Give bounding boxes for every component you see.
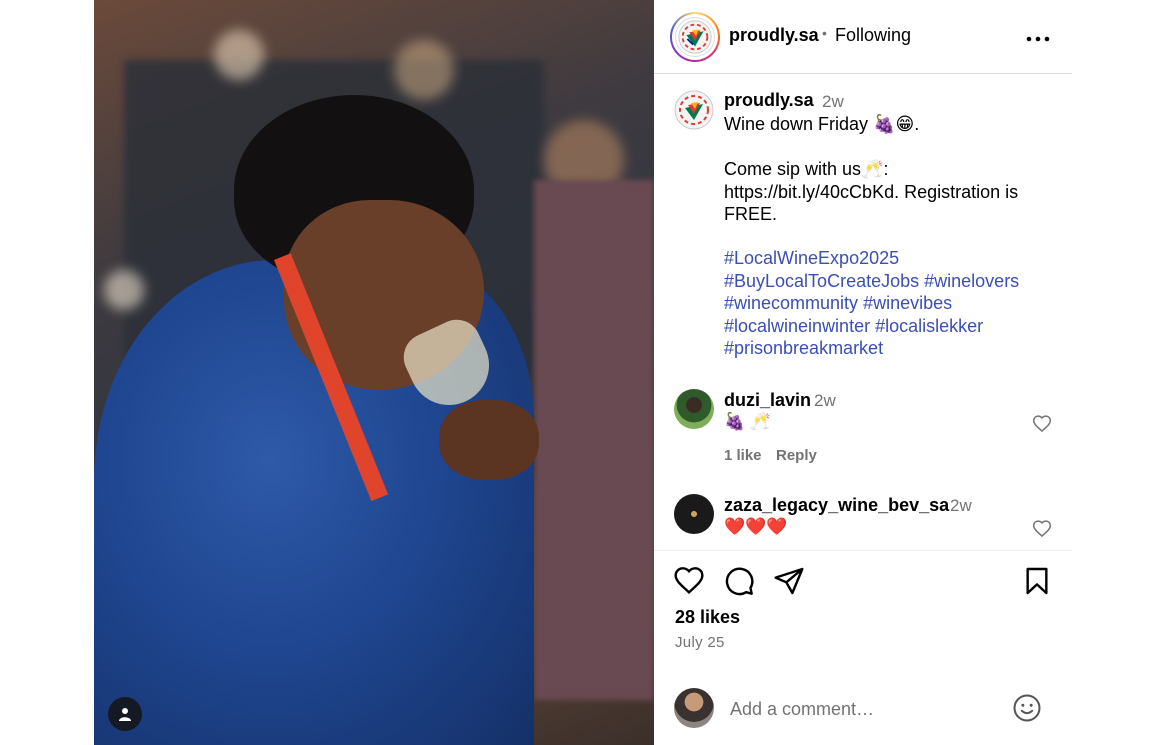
hashtag-link[interactable]: #LocalWineExpo2025 (724, 248, 899, 268)
photo-bokeh (104, 270, 144, 310)
comment-reply-button[interactable]: Reply (776, 447, 817, 464)
comment-like-count[interactable]: 1 like (724, 447, 762, 464)
hashtag-link[interactable]: #winecommunity (724, 293, 858, 313)
emoji-glyph (1013, 694, 1041, 722)
post-side-panel: proudly.sa • Following proudly.sa 2w Win… (654, 0, 1072, 745)
commenter-username[interactable]: zaza_legacy_wine_bev_sa (724, 495, 949, 516)
comment-timestamp[interactable]: 2w (814, 391, 836, 411)
post-date[interactable]: July 25 (675, 634, 725, 651)
photo-background-panel (534, 180, 654, 700)
comment-like-heart-icon[interactable] (1032, 414, 1052, 434)
proudly-sa-logo-icon (675, 17, 715, 57)
save-glyph (1026, 567, 1048, 595)
hashtag-link[interactable]: #prisonbreakmarket (724, 338, 883, 358)
user-tag-icon[interactable] (108, 697, 142, 731)
more-options-glyph (1026, 36, 1050, 42)
paper-plane-icon[interactable] (773, 565, 805, 597)
caption-author-username[interactable]: proudly.sa (724, 90, 814, 111)
caption-text: Wine down Friday 🍇😁. Come sip with us🥂: … (724, 114, 1019, 224)
comment-like-heart-icon[interactable] (1032, 519, 1052, 539)
like-glyph (674, 567, 704, 594)
follow-separator: • (822, 25, 827, 41)
photo-bokeh (394, 40, 454, 100)
comment-text: ❤️❤️❤️ (724, 517, 788, 536)
bookmark-icon[interactable] (1021, 565, 1053, 597)
heart-icon[interactable] (673, 565, 705, 597)
author-username[interactable]: proudly.sa (729, 25, 819, 46)
add-comment-input[interactable] (730, 696, 1000, 722)
comment-bubble-icon[interactable] (723, 565, 755, 597)
heart-glyph (1032, 520, 1052, 538)
add-comment-bar (654, 680, 1072, 740)
comment-timestamp[interactable]: 2w (950, 496, 972, 516)
hashtag-link[interactable]: #localwineinwinter (724, 316, 870, 336)
hashtag-link[interactable]: #winelovers (924, 271, 1019, 291)
emoji-smile-icon[interactable] (1012, 693, 1042, 723)
hashtag-link[interactable]: #localislekker (875, 316, 983, 336)
section-divider (654, 550, 1072, 551)
post-photo[interactable] (94, 0, 654, 745)
comment-text: 🍇 🥂 (724, 412, 772, 431)
likes-count[interactable]: 28 likes (675, 607, 740, 628)
commenter-avatar[interactable] (674, 494, 714, 534)
author-avatar[interactable] (670, 12, 720, 62)
proudly-sa-logo-icon (674, 90, 714, 130)
share-glyph (774, 567, 804, 595)
caption-hashtags: #LocalWineExpo2025 #BuyLocalToCreateJobs… (724, 247, 1054, 360)
photo-bokeh (214, 30, 264, 80)
hashtag-link[interactable]: #winevibes (863, 293, 952, 313)
caption-timestamp[interactable]: 2w (822, 92, 844, 112)
comment-glyph (725, 567, 754, 596)
commenter-avatar[interactable] (674, 389, 714, 429)
post-action-bar (654, 565, 1072, 601)
caption-author-avatar[interactable] (674, 90, 714, 130)
heart-glyph (1032, 415, 1052, 433)
more-options-icon[interactable] (1026, 28, 1050, 42)
hashtag-link[interactable]: #BuyLocalToCreateJobs (724, 271, 919, 291)
current-user-avatar (674, 688, 714, 728)
user-tag-glyph (119, 708, 131, 721)
following-button[interactable]: Following (835, 25, 911, 46)
photo-hand (439, 400, 539, 480)
post-header: proudly.sa • Following (654, 0, 1072, 74)
commenter-username[interactable]: duzi_lavin (724, 390, 811, 411)
